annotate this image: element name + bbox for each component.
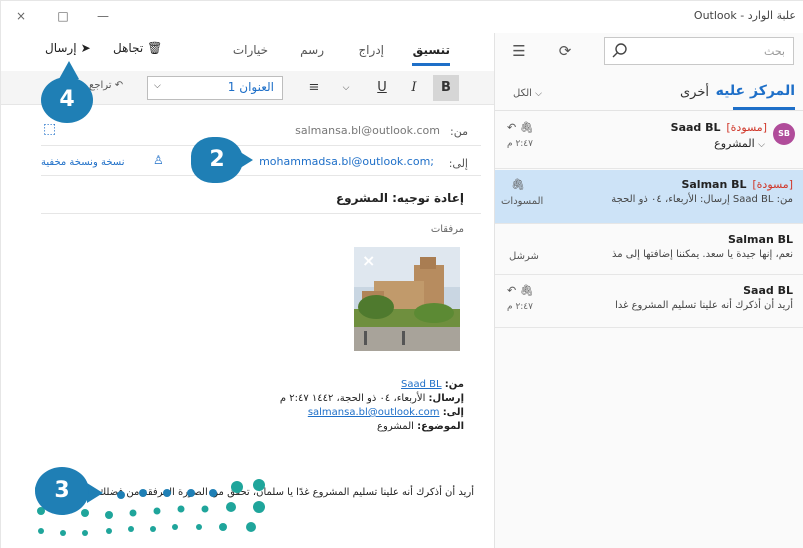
attachments-label: مرفقات: [430, 224, 464, 235]
send-button[interactable]: ➤إرسال: [45, 41, 91, 55]
quote-from-link[interactable]: Saad BL: [401, 379, 442, 390]
chevron-down-icon: ⌵: [154, 81, 161, 91]
italic-button[interactable]: I: [401, 75, 427, 101]
sync-icon[interactable]: ⟳: [555, 41, 575, 61]
reply-attachment-icons: ↶ 🖇: [507, 121, 534, 134]
to-field[interactable]: mohammadsa.bl@outlook.com;: [259, 155, 434, 168]
message-time: ٢:٤٧ م: [507, 139, 533, 149]
subject-field[interactable]: إعادة توجيه: المشروع: [336, 191, 464, 205]
tab-insert[interactable]: إدراج: [358, 43, 384, 57]
window-title: علبة الوارد - Outlook: [693, 9, 796, 22]
person-icon[interactable]: ♙: [153, 153, 164, 167]
sender-name: Salman BL: [727, 233, 793, 246]
list-item[interactable]: SB [مسودة] Saad BL ⌵ المشروع ↶ 🖇 ٢:٤٧ م: [495, 113, 803, 169]
sender-name: Salman BL: [681, 178, 747, 191]
divider: [41, 145, 481, 146]
attachment-thumbnail[interactable]: ×: [354, 247, 460, 351]
discard-button[interactable]: 🗑تجاهل: [113, 41, 162, 55]
quote-to-link[interactable]: salmansa.bl@outlook.com: [308, 407, 440, 418]
quote-subject-label: الموضوع:: [417, 421, 464, 432]
tab-focused-underline: [733, 107, 795, 110]
bold-button[interactable]: B: [433, 75, 459, 101]
send-icon: ➤: [80, 41, 91, 55]
attachment-icon: 🖇: [511, 178, 525, 191]
remove-attachment-icon[interactable]: ×: [362, 251, 375, 270]
search-icon: [612, 43, 627, 58]
undo-icon: ↶: [114, 80, 124, 91]
quote-subject: الموضوع: المشروع: [377, 421, 464, 432]
filter-dropdown[interactable]: ⌵ الكل: [513, 88, 542, 99]
list-item[interactable]: Salman BL نعم، إنها جيدة يا سعد. يمكننا …: [495, 225, 803, 275]
send-label: إرسال: [45, 41, 77, 55]
focused-other-tabs: المركز عليه أخرى ⌵ الكل: [495, 77, 803, 111]
message-preview: نعم، إنها جيدة يا سعد. يمكننا إضافتها إل…: [612, 249, 793, 260]
message-subject: ⌵ المشروع: [714, 137, 765, 150]
reply-attachment-icons: ↶ 🖇: [507, 284, 534, 297]
message-folder: المسودات: [501, 196, 544, 207]
sender-name: Saad BL: [743, 284, 793, 297]
quote-to: إلى: salmansa.bl@outlook.com: [308, 407, 464, 418]
tab-format[interactable]: تنسيق: [413, 43, 450, 57]
trash-icon: 🗑: [147, 41, 163, 55]
undo-label: تراجع: [89, 80, 112, 91]
quote-sent-value: الأربعاء، ٠٤ ذو الحجة، ١٤٤٢ ٢:٤٧ م: [279, 393, 426, 404]
tab-other[interactable]: أخرى: [680, 85, 709, 100]
draft-tag: [مسودة]: [726, 121, 767, 134]
to-label: إلى:: [448, 157, 468, 170]
underline-button[interactable]: U: [369, 75, 395, 101]
callout-4: 4: [41, 77, 93, 123]
message-sender: [مسودة] Saad BL: [671, 121, 767, 134]
message-folder: شرشل: [509, 251, 539, 262]
select-mode-icon[interactable]: ☰: [509, 41, 529, 61]
attach-file-icon[interactable]: ⬚: [43, 121, 56, 137]
callout-2: 2: [191, 137, 243, 183]
title-bar: × □ — علبة الوارد - Outlook: [1, 1, 803, 33]
message-preview: من: Saad BL إرسال: الأربعاء، ٠٤ ذو الحجة: [611, 194, 793, 205]
from-address[interactable]: salmansa.bl@outlook.com: [295, 124, 440, 137]
quote-to-label: إلى:: [442, 407, 464, 418]
draft-tag: [مسودة]: [752, 178, 793, 191]
cc-bcc-link[interactable]: نسخة ونسخة مخفية: [41, 157, 124, 168]
quote-sent-label: إرسال:: [428, 393, 464, 404]
callout-3: 3: [35, 467, 89, 515]
message-sender: [مسودة] Salman BL: [681, 178, 793, 191]
sender-name: Saad BL: [670, 121, 721, 134]
search-placeholder: بحث: [764, 45, 785, 58]
tab-options[interactable]: خيارات: [233, 43, 268, 57]
quote-from-label: من:: [444, 379, 464, 390]
chevron-down-icon[interactable]: ⌵: [337, 76, 355, 100]
style-value: العنوان 1: [227, 80, 274, 94]
maximize-window-button[interactable]: □: [53, 7, 73, 25]
callout-3-pointer: [87, 483, 103, 503]
divider: [41, 213, 481, 214]
list-item[interactable]: [مسودة] Salman BL من: Saad BL إرسال: الأ…: [495, 170, 803, 224]
quote-subject-value: المشروع: [377, 421, 414, 432]
chevron-down-icon: ⌵: [758, 140, 765, 150]
message-preview: أريد أن أذكرك أنه علينا تسليم المشروع غد…: [615, 300, 793, 311]
message-time: ٢:٤٧ م: [507, 302, 533, 312]
from-label: من:: [450, 125, 468, 138]
quote-from: من: Saad BL: [401, 379, 464, 390]
chevron-down-icon: ⌵: [535, 89, 542, 99]
message-list-pane: بحث ⟳ ☰ المركز عليه أخرى ⌵ الكل SB [مسود…: [494, 33, 803, 548]
filter-label: الكل: [513, 88, 532, 99]
tab-format-underline: [412, 63, 450, 66]
undo-button[interactable]: ↶ تراجع: [89, 80, 123, 91]
minimize-window-button[interactable]: —: [93, 7, 113, 25]
avatar: SB: [773, 123, 795, 145]
tab-focused[interactable]: المركز عليه: [716, 83, 795, 99]
outlook-window: × □ — علبة الوارد - Outlook بحث ⟳ ☰ المر…: [0, 0, 803, 548]
divider: [41, 175, 481, 176]
subject-text: المشروع: [714, 137, 755, 150]
search-box[interactable]: بحث: [604, 37, 794, 65]
style-dropdown[interactable]: العنوان 1 ⌵: [147, 76, 283, 100]
list-item[interactable]: Saad BL أريد أن أذكرك أنه علينا تسليم ال…: [495, 276, 803, 328]
close-window-button[interactable]: ×: [11, 7, 31, 25]
discard-label: تجاهل: [113, 41, 144, 55]
paragraph-format-icon[interactable]: ≡: [301, 75, 327, 101]
quote-sent: إرسال: الأربعاء، ٠٤ ذو الحجة، ١٤٤٢ ٢:٤٧ …: [280, 393, 464, 404]
tab-draw[interactable]: رسم: [300, 43, 324, 57]
